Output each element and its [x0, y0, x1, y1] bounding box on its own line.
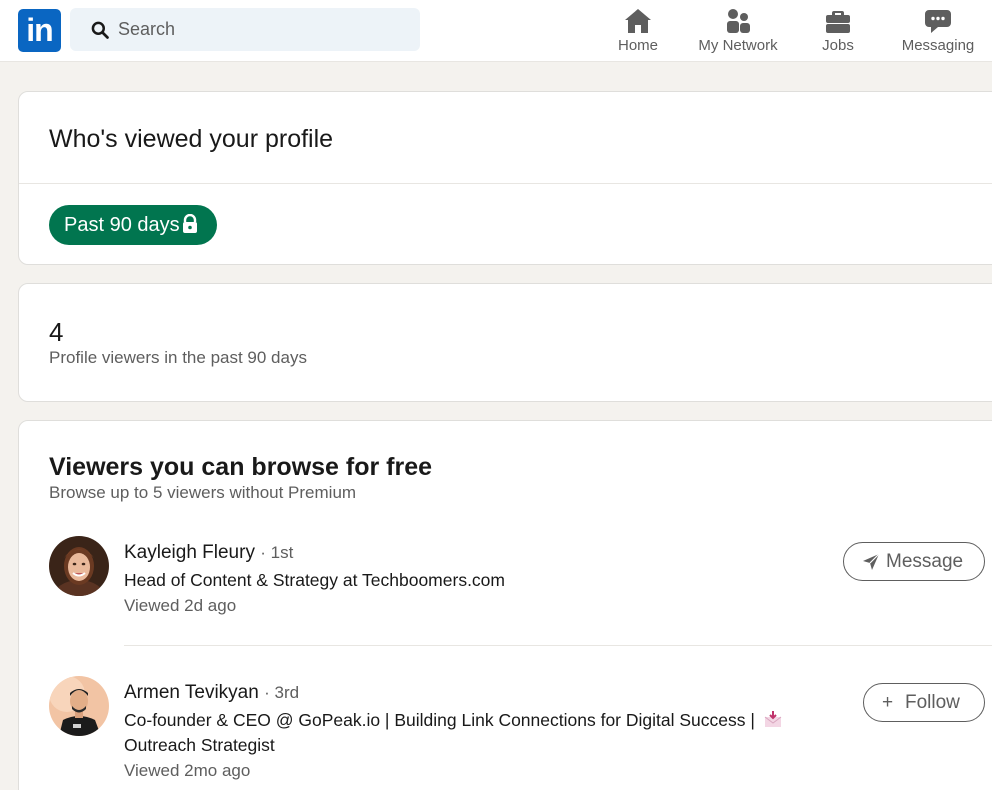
- avatar[interactable]: [49, 676, 109, 736]
- viewer-name[interactable]: Kayleigh Fleury · 1st: [124, 542, 293, 564]
- home-icon: [625, 9, 651, 33]
- section-subtitle: Browse up to 5 viewers without Premium: [49, 483, 357, 502]
- section-title: Viewers you can browse for free: [49, 453, 433, 481]
- viewer-name-text: Armen Tevikyan: [124, 682, 259, 703]
- linkedin-logo[interactable]: in: [18, 9, 61, 52]
- chat-icon: [925, 10, 951, 33]
- browse-viewers-card: Viewers you can browse for free Browse u…: [18, 420, 992, 790]
- lock-icon: [183, 214, 197, 233]
- avatar[interactable]: [49, 536, 109, 596]
- divider: [19, 183, 992, 184]
- nav-home-label: Home: [617, 37, 658, 54]
- viewed-time: Viewed 2mo ago: [124, 761, 251, 780]
- plus-icon: +: [882, 692, 894, 713]
- follow-button[interactable]: + Follow: [863, 683, 985, 722]
- search-icon: [91, 21, 109, 39]
- connection-degree: · 3rd: [264, 683, 300, 702]
- viewer-name[interactable]: Armen Tevikyan · 3rd: [124, 682, 299, 704]
- nav-home[interactable]: Home: [608, 0, 668, 62]
- connection-degree: · 1st: [260, 543, 294, 562]
- nav-jobs-label: Jobs: [822, 37, 854, 54]
- search-bar[interactable]: [70, 8, 420, 51]
- briefcase-icon: [826, 11, 850, 33]
- nav-my-network[interactable]: My Network: [693, 0, 783, 62]
- nav-jobs[interactable]: Jobs: [808, 0, 868, 62]
- network-icon: [727, 9, 750, 33]
- viewed-time: Viewed 2d ago: [124, 596, 237, 615]
- nav-my-network-label: My Network: [698, 37, 778, 54]
- time-filter-label: Past 90 days: [64, 214, 180, 236]
- viewer-name-text: Kayleigh Fleury: [124, 542, 255, 563]
- send-icon: [863, 553, 880, 570]
- page-title: Who's viewed your profile: [49, 125, 334, 153]
- nav-messaging-label: Messaging: [901, 37, 975, 54]
- viewer-count-label: Profile viewers in the past 90 days: [49, 348, 307, 367]
- viewer-stats-card: 4 Profile viewers in the past 90 days: [18, 283, 992, 402]
- viewer-count: 4: [49, 317, 64, 347]
- viewer-headline-continued: Outreach Strategist: [124, 735, 275, 755]
- divider: [124, 645, 992, 646]
- message-button[interactable]: Message: [843, 542, 985, 581]
- search-input[interactable]: [118, 8, 408, 51]
- nav-messaging[interactable]: Messaging: [898, 0, 978, 62]
- viewer-headline: Co-founder & CEO @ GoPeak.io | Building …: [124, 710, 782, 731]
- time-filter-button[interactable]: Past 90 days: [49, 205, 217, 245]
- viewer-headline: Head of Content & Strategy at Techboomer…: [124, 570, 505, 590]
- message-button-label: Message: [886, 551, 964, 572]
- viewer-headline-text: Co-founder & CEO @ GoPeak.io | Building …: [124, 710, 755, 730]
- top-navigation: in Home My Network Jobs: [0, 0, 992, 62]
- follow-button-label: Follow: [905, 692, 960, 713]
- envelope-icon: [764, 711, 782, 727]
- profile-views-header-card: Who's viewed your profile Past 90 days: [18, 91, 992, 265]
